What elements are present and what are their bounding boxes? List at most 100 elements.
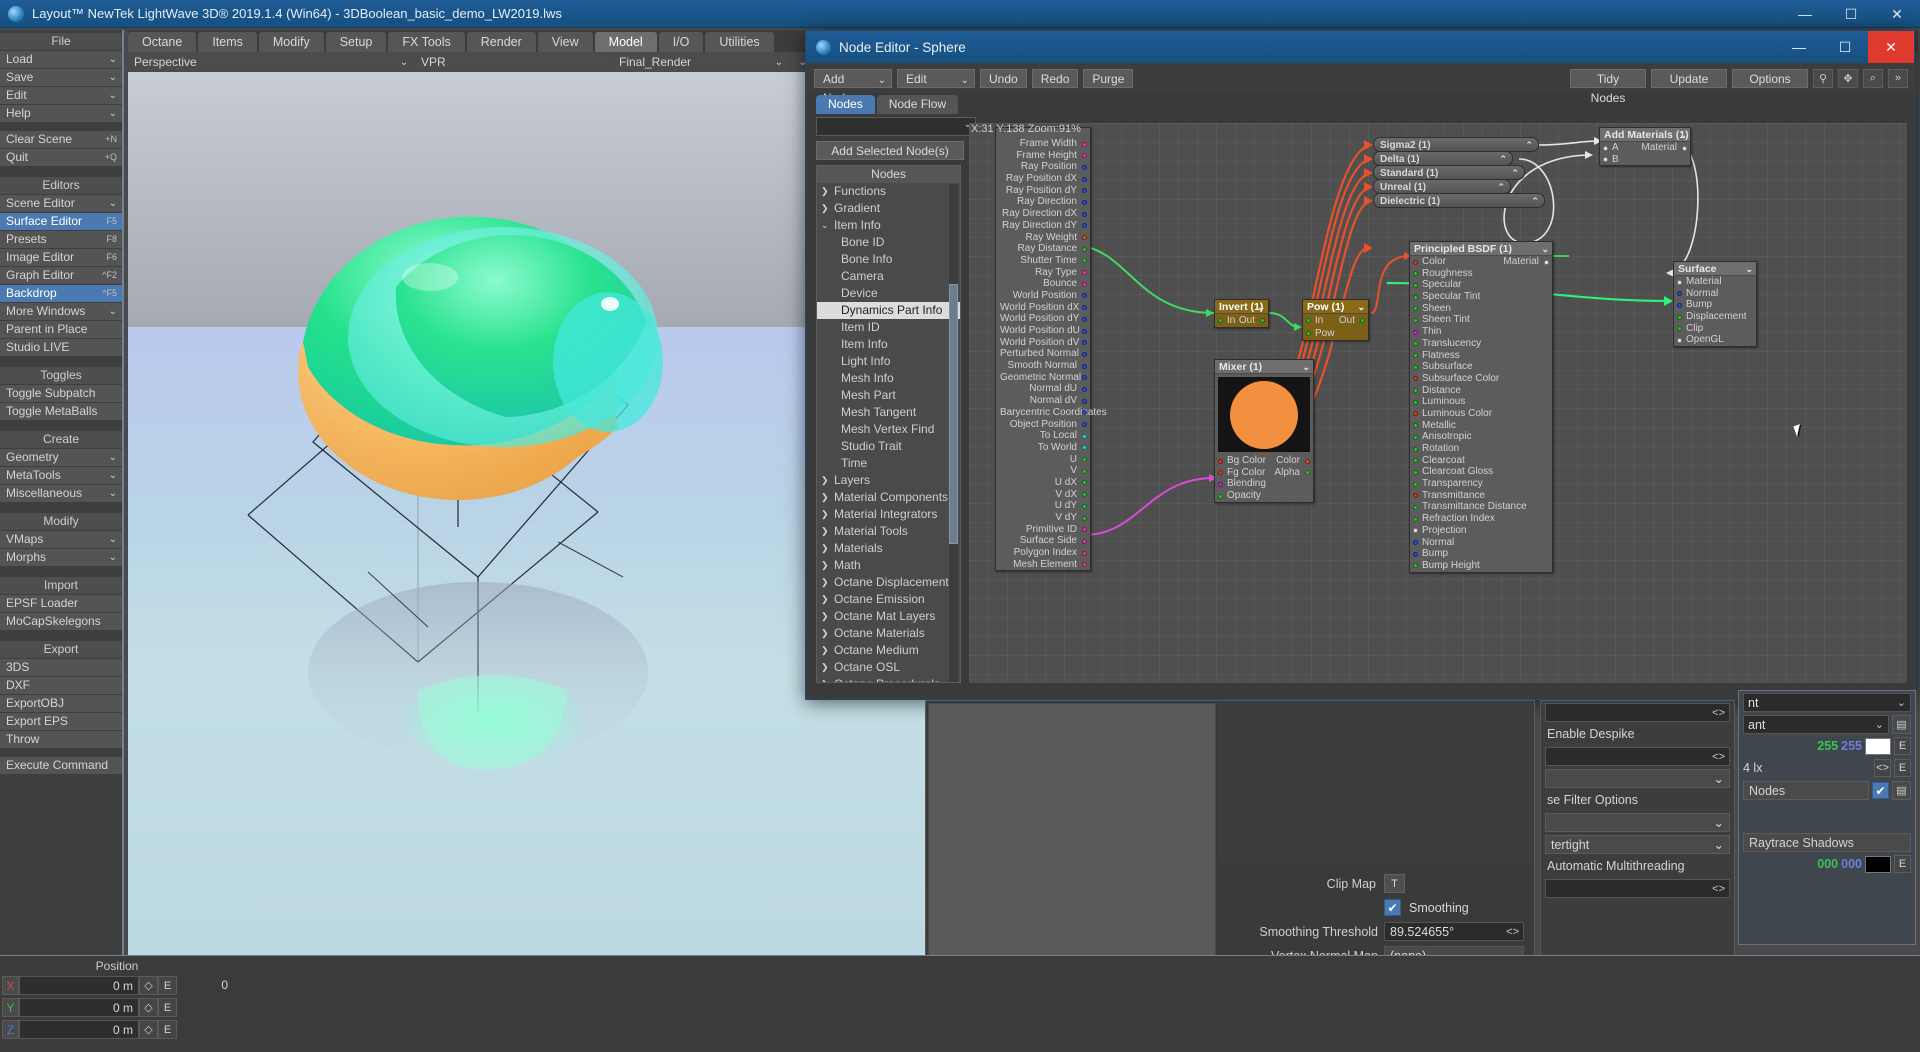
invert-out-port[interactable] [1260, 317, 1265, 323]
chevron-right-icon[interactable]: ❯ [821, 574, 834, 591]
frame-number-display[interactable]: 0 [172, 976, 234, 995]
panel-item-execute-command[interactable]: Execute Command [0, 757, 122, 774]
bsdf-input-bump[interactable]: Bump [1410, 548, 1552, 560]
port-dot[interactable] [1413, 423, 1418, 429]
smoothing-threshold-input[interactable]: 89.524655° <> [1384, 922, 1524, 941]
axis-value-x[interactable]: 0 m [19, 976, 139, 995]
port-dot[interactable] [1305, 458, 1310, 464]
node-list-item-device[interactable]: Device [817, 285, 960, 302]
node-list-item-mesh-part[interactable]: Mesh Part [817, 387, 960, 404]
port-dot[interactable] [1082, 176, 1087, 182]
panel-item-throw[interactable]: Throw [0, 731, 122, 748]
panel-item-help[interactable]: Help ⌄ [0, 105, 122, 122]
node-list-item-math[interactable]: ❯ Math [817, 557, 960, 574]
panel-item-parent-in-place[interactable]: Parent in Place [0, 321, 122, 338]
port-dot[interactable] [1677, 314, 1682, 320]
port-dot[interactable] [1082, 305, 1087, 311]
port-dot[interactable] [1677, 337, 1682, 343]
menu-tab-modify[interactable]: Modify [258, 32, 324, 52]
port-dot[interactable] [1413, 329, 1418, 335]
port-dot[interactable] [1218, 493, 1223, 499]
axis-value-y[interactable]: 0 m [19, 998, 139, 1017]
panel-item-3ds[interactable]: 3DS [0, 659, 122, 676]
smoothing-checkbox[interactable]: ✔ [1384, 899, 1401, 916]
bsdf-input-transmittance[interactable]: Transmittance [1410, 490, 1552, 502]
bsdf-input-luminous-color[interactable]: Luminous Color [1410, 408, 1552, 420]
bsdf-input-transmittance-distance[interactable]: Transmittance Distance [1410, 501, 1552, 513]
clip-map-texture-button[interactable]: T [1384, 874, 1405, 893]
chevron-down-icon[interactable]: ⌄ [1257, 300, 1265, 314]
node-editor-maximize-button[interactable]: ☐ [1822, 31, 1868, 63]
port-dot[interactable] [1082, 375, 1087, 381]
spot-info-output-world-position-dx[interactable]: World Position dX [996, 302, 1090, 314]
viewport-render-preset-dropdown[interactable]: Final_Render ⌄ [613, 53, 788, 71]
node-list-item-bone-id[interactable]: Bone ID [817, 234, 960, 251]
node-list-item-time[interactable]: Time [817, 455, 960, 472]
bsdf-input-clearcoat-gloss[interactable]: Clearcoat Gloss [1410, 466, 1552, 478]
spot-info-output-barycentric-coordinates[interactable]: Barycentric Coordinates [996, 407, 1107, 419]
bsdf-input-clearcoat[interactable]: Clearcoat [1410, 455, 1552, 467]
render-option-dropdown-2[interactable]: ⌄ [1545, 812, 1730, 832]
panel-item-export-eps[interactable]: Export EPS [0, 713, 122, 730]
render-option-field-2[interactable]: <> [1545, 746, 1730, 767]
minimize-button[interactable]: — [1782, 0, 1828, 28]
bsdf-input-specular-tint[interactable]: Specular Tint [1410, 291, 1552, 303]
port-dot[interactable] [1413, 271, 1418, 277]
surface-input-displacement[interactable]: Displacement [1674, 311, 1756, 323]
stepper-arrows-icon[interactable]: <> [1712, 748, 1725, 767]
bsdf-input-color[interactable]: Color Material [1410, 256, 1552, 268]
mixer-input-opacity[interactable]: Opacity [1215, 490, 1313, 502]
spot-info-output-u-dx[interactable]: U dX [996, 477, 1090, 489]
spot-info-output-perturbed-normal[interactable]: Perturbed Normal [996, 348, 1090, 360]
port-dot[interactable] [1413, 446, 1418, 452]
options-button[interactable]: Options [1732, 68, 1808, 88]
panel-item-mocapskelegons[interactable]: MoCapSkelegons [0, 613, 122, 630]
bsdf-input-bump-height[interactable]: Bump Height [1410, 560, 1552, 572]
node-list-item-octane-emission[interactable]: ❯ Octane Emission [817, 591, 960, 608]
axis-value-z[interactable]: 0 m [19, 1020, 139, 1039]
chevron-up-icon[interactable]: ⌃ [1531, 194, 1539, 209]
spot-info-output-polygon-index[interactable]: Polygon Index [996, 547, 1090, 559]
node-list-item-gradient[interactable]: ❯ Gradient [817, 200, 960, 217]
axis-envelope-button[interactable]: E [158, 998, 177, 1017]
pow-in-port[interactable] [1306, 317, 1311, 323]
expand-icon[interactable]: » [1888, 68, 1908, 88]
spot-info-output-frame-height[interactable]: Frame Height [996, 150, 1090, 162]
spot-info-output-ray-weight[interactable]: Ray Weight [996, 232, 1090, 244]
port-dot[interactable] [1218, 458, 1223, 464]
port-dot[interactable] [1082, 281, 1087, 287]
bsdf-input-normal[interactable]: Normal [1410, 537, 1552, 549]
collapsed-node-unreal-1-[interactable]: Unreal (1) ⌃ [1373, 179, 1511, 194]
port-dot[interactable] [1413, 493, 1418, 499]
panel-item-toggle-metaballs[interactable]: Toggle MetaBalls [0, 403, 122, 420]
panel-item-studio-live[interactable]: Studio LIVE [0, 339, 122, 356]
panel-item-quit[interactable]: Quit +Q [0, 149, 122, 166]
chevron-down-icon[interactable]: ⌄ [1541, 242, 1549, 256]
node-list-item-mesh-tangent[interactable]: Mesh Tangent [817, 404, 960, 421]
move-icon[interactable]: ✥ [1838, 68, 1858, 88]
port-dot[interactable] [1413, 551, 1418, 557]
bsdf-input-thin[interactable]: Thin [1410, 326, 1552, 338]
bsdf-input-subsurface[interactable]: Subsurface [1410, 361, 1552, 373]
panel-item-graph-editor[interactable]: Graph Editor ^F2 [0, 267, 122, 284]
spot-info-output-normal-dv[interactable]: Normal dV [996, 395, 1090, 407]
port-dot[interactable] [1413, 364, 1418, 370]
invert-in-row[interactable]: In Out [1215, 314, 1268, 327]
chevron-right-icon[interactable]: ❯ [821, 540, 834, 557]
node-list-item-mesh-vertex-find[interactable]: Mesh Vertex Find [817, 421, 960, 438]
watertight-dropdown[interactable]: tertight ⌄ [1545, 834, 1730, 854]
menu-tab-items[interactable]: Items [198, 32, 257, 52]
port-dot[interactable] [1082, 457, 1087, 463]
chevron-right-icon[interactable]: ❯ [821, 659, 834, 676]
spot-info-output-ray-direction-dx[interactable]: Ray Direction dX [996, 208, 1090, 220]
spot-info-output-world-position[interactable]: World Position [996, 290, 1090, 302]
port-dot[interactable] [1413, 504, 1418, 510]
port-dot[interactable] [1082, 363, 1087, 369]
port-dot[interactable] [1082, 422, 1087, 427]
chevron-down-icon[interactable]: ⌄ [1679, 128, 1687, 142]
panel-item-clear-scene[interactable]: Clear Scene +N [0, 131, 122, 148]
port-dot[interactable] [1082, 480, 1087, 486]
port-dot[interactable] [1413, 458, 1418, 464]
node-list-item-light-info[interactable]: Light Info [817, 353, 960, 370]
port-dot[interactable] [1413, 306, 1418, 312]
